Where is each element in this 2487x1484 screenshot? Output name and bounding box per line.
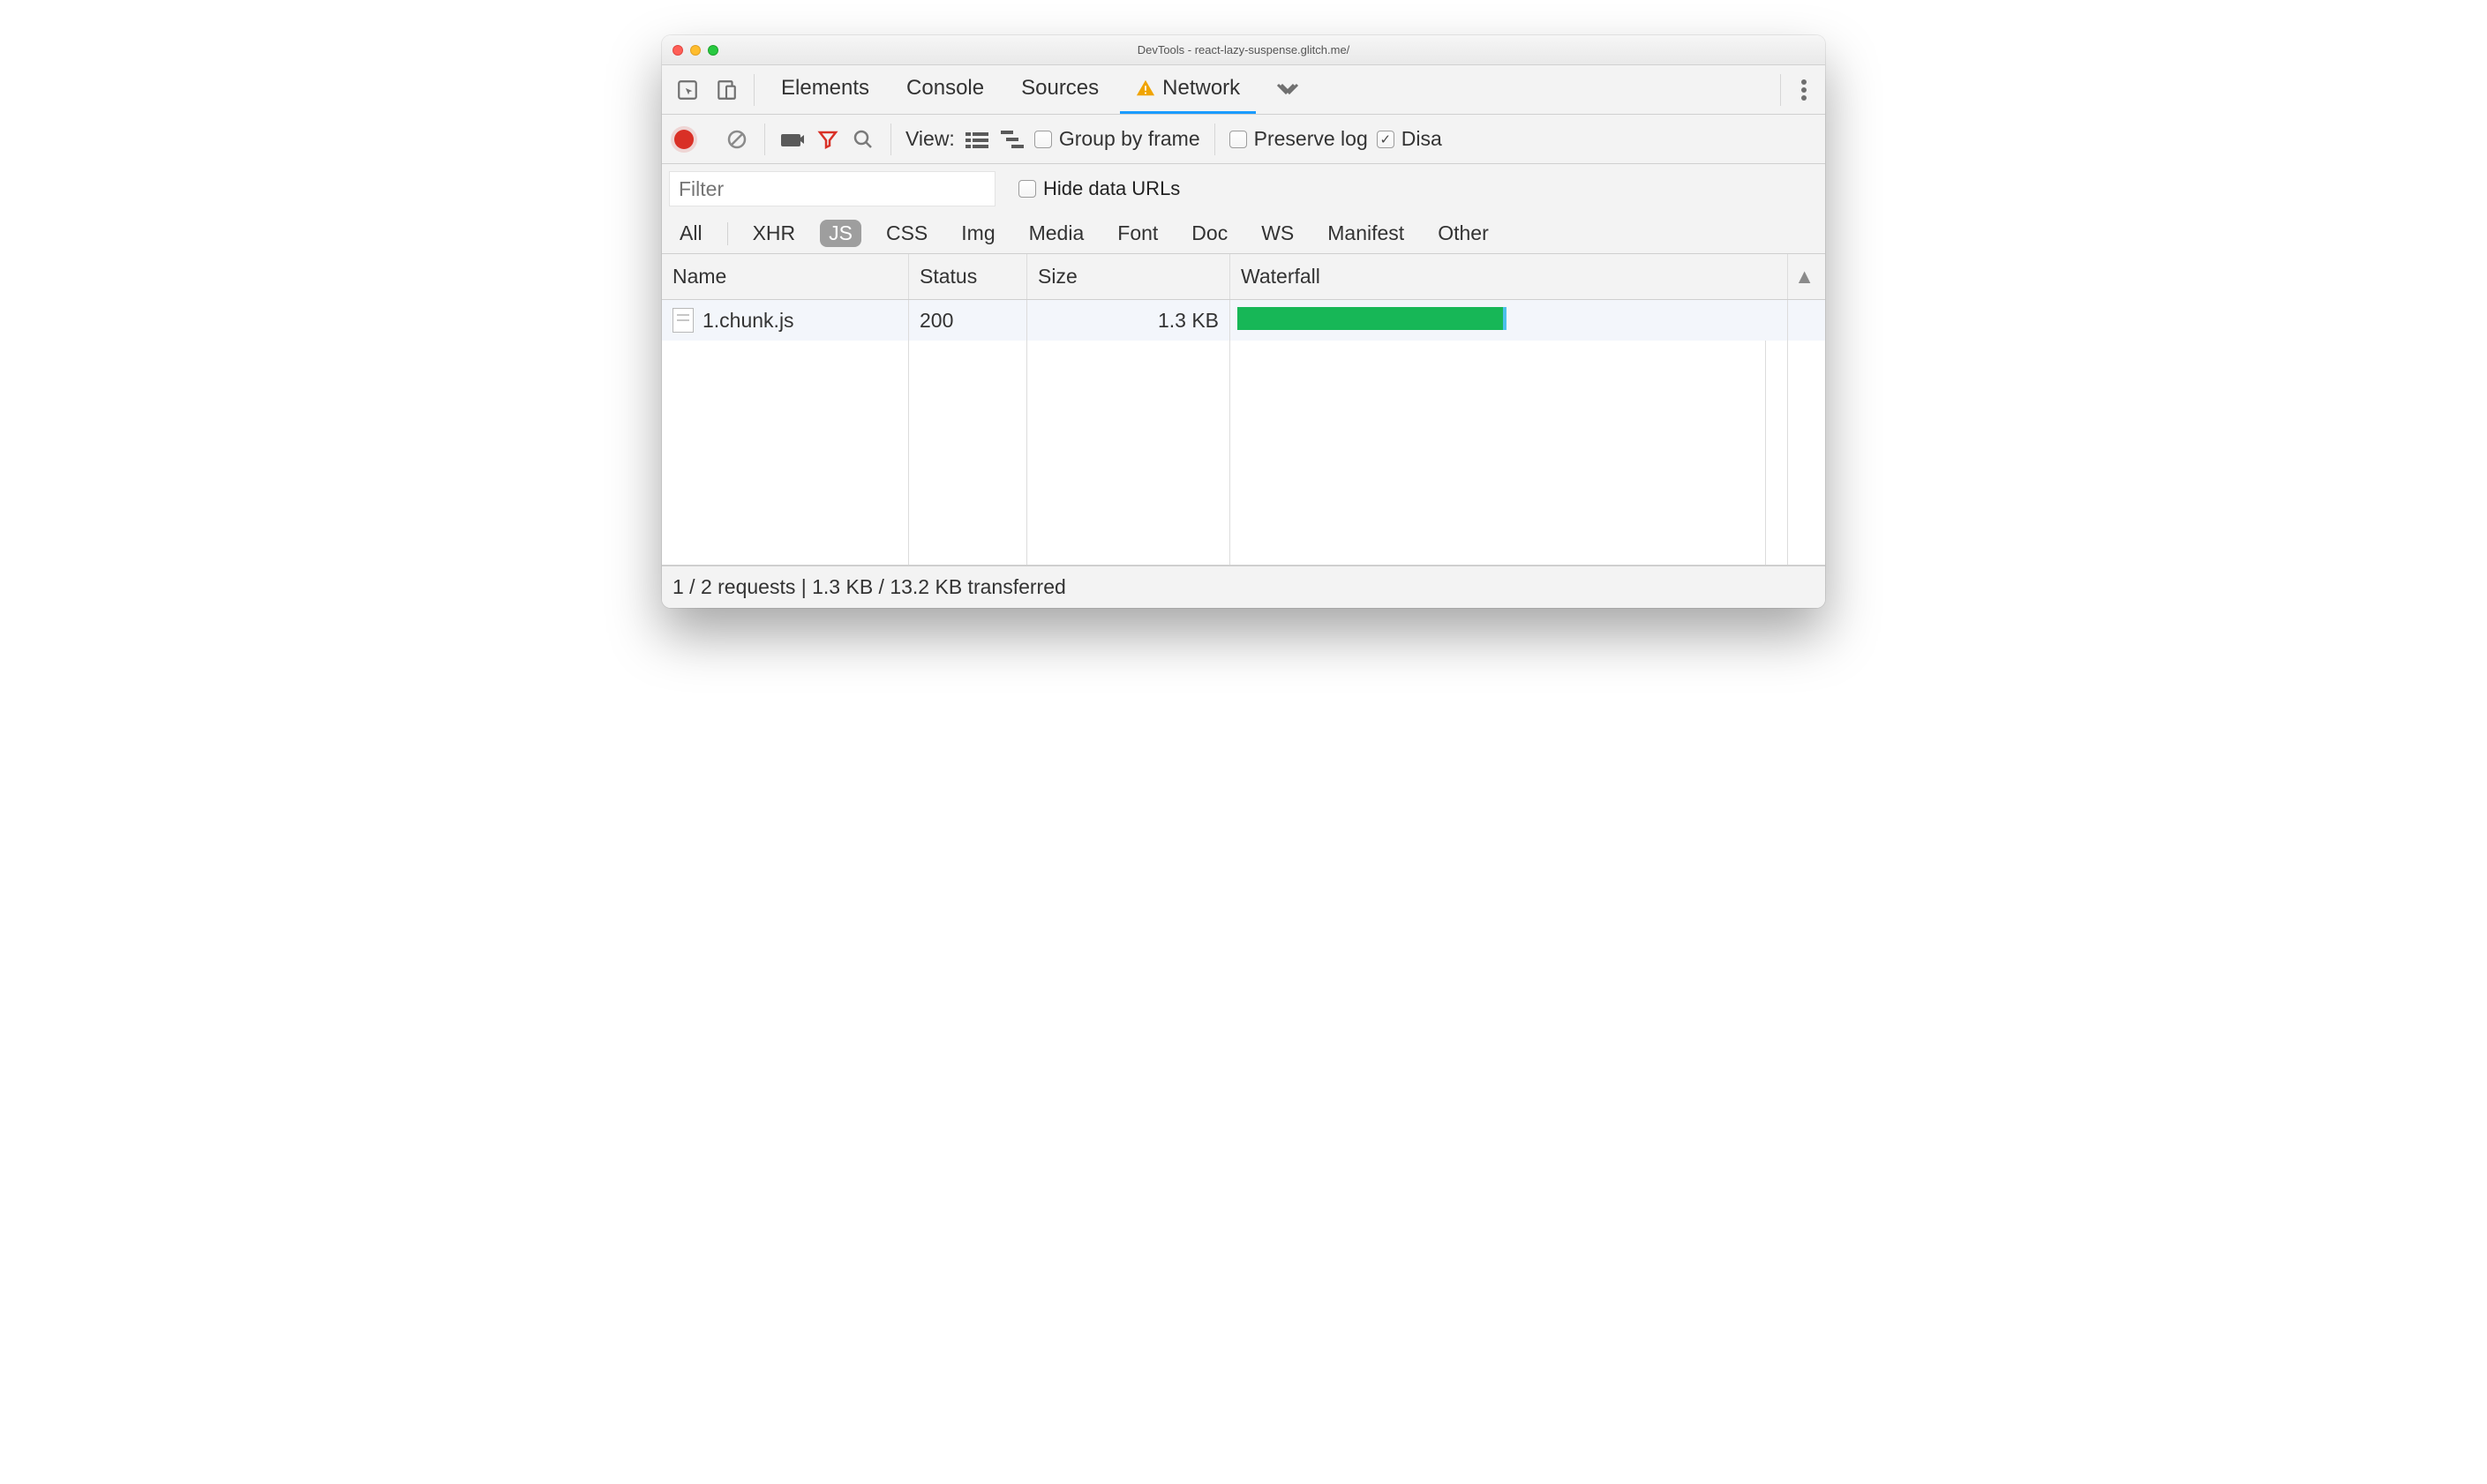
filter-bar: Hide data URLs — [662, 164, 1825, 214]
type-filter-other[interactable]: Other — [1429, 220, 1498, 247]
record-button[interactable] — [674, 130, 694, 149]
panel-tabs: Elements Console Sources Network — [662, 65, 1825, 115]
sort-indicator-icon[interactable]: ▲ — [1788, 254, 1825, 299]
disable-cache-label: Disa — [1401, 127, 1442, 151]
table-row[interactable]: 1.chunk.js 200 1.3 KB — [662, 300, 1825, 341]
hide-data-urls-label: Hide data URLs — [1043, 177, 1180, 200]
table-empty-space — [662, 341, 1825, 565]
separator — [1214, 124, 1215, 155]
network-table: Name Status Size Waterfall ▲ 1.chunk.js … — [662, 254, 1825, 566]
clear-icon[interactable] — [724, 129, 750, 150]
preserve-log-label: Preserve log — [1254, 127, 1368, 151]
separator — [1780, 74, 1781, 106]
group-by-frame-option[interactable]: Group by frame — [1034, 127, 1200, 151]
more-tabs-icon[interactable] — [1261, 73, 1314, 107]
filter-icon[interactable] — [815, 129, 841, 150]
window-title: DevTools - react-lazy-suspense.glitch.me… — [662, 43, 1825, 56]
inspect-element-icon[interactable] — [671, 73, 704, 107]
filter-input[interactable] — [669, 171, 996, 206]
type-filter-font[interactable]: Font — [1108, 220, 1167, 247]
warning-icon — [1136, 79, 1155, 98]
cell-waterfall — [1230, 300, 1788, 341]
checkbox[interactable] — [1034, 131, 1052, 148]
column-status[interactable]: Status — [909, 254, 1027, 299]
cell-blank — [1788, 300, 1825, 341]
cell-size: 1.3 KB — [1027, 300, 1230, 341]
column-size[interactable]: Size — [1027, 254, 1230, 299]
large-rows-icon[interactable] — [964, 131, 990, 148]
group-by-frame-label: Group by frame — [1059, 127, 1200, 151]
type-filter-img[interactable]: Img — [952, 220, 1003, 247]
type-filter-all[interactable]: All — [671, 220, 711, 247]
cell-status: 200 — [909, 300, 1027, 341]
type-filter-ws[interactable]: WS — [1252, 220, 1303, 247]
script-file-icon — [672, 308, 694, 333]
checkbox[interactable] — [1229, 131, 1247, 148]
capture-screenshots-icon[interactable] — [779, 131, 806, 148]
type-filter-manifest[interactable]: Manifest — [1319, 220, 1413, 247]
tab-label: Network — [1162, 76, 1240, 101]
cell-name: 1.chunk.js — [662, 300, 909, 341]
devtools-window: DevTools - react-lazy-suspense.glitch.me… — [662, 35, 1825, 608]
checkbox[interactable] — [1018, 180, 1036, 198]
preserve-log-option[interactable]: Preserve log — [1229, 127, 1368, 151]
settings-menu-icon[interactable] — [1792, 79, 1816, 101]
separator — [890, 124, 891, 155]
hide-data-urls-option[interactable]: Hide data URLs — [1018, 177, 1180, 200]
separator — [727, 222, 728, 245]
type-filter-media[interactable]: Media — [1020, 220, 1093, 247]
overview-icon[interactable] — [999, 131, 1026, 148]
view-label: View: — [905, 127, 955, 151]
checkbox[interactable]: ✓ — [1377, 131, 1394, 148]
type-filter-xhr[interactable]: XHR — [744, 220, 805, 247]
disable-cache-option[interactable]: ✓ Disa — [1377, 127, 1442, 151]
tab-elements[interactable]: Elements — [765, 65, 885, 114]
tab-console[interactable]: Console — [890, 65, 1000, 114]
status-text: 1 / 2 requests | 1.3 KB / 13.2 KB transf… — [672, 575, 1066, 599]
tab-network[interactable]: Network — [1120, 65, 1256, 114]
tab-label: Elements — [781, 76, 869, 101]
column-waterfall[interactable]: Waterfall — [1230, 254, 1788, 299]
device-toolbar-icon[interactable] — [710, 73, 743, 107]
type-filter-css[interactable]: CSS — [877, 220, 936, 247]
type-filter-js[interactable]: JS — [820, 220, 861, 247]
network-toolbar: View: Group by frame Preserve log ✓ Disa — [662, 115, 1825, 164]
waterfall-bar — [1237, 307, 1503, 330]
tab-label: Sources — [1021, 76, 1099, 101]
separator — [764, 124, 765, 155]
column-name[interactable]: Name — [662, 254, 909, 299]
titlebar: DevTools - react-lazy-suspense.glitch.me… — [662, 35, 1825, 65]
resource-type-filters: All XHR JS CSS Img Media Font Doc WS Man… — [662, 214, 1825, 254]
tab-label: Console — [906, 76, 984, 101]
status-bar: 1 / 2 requests | 1.3 KB / 13.2 KB transf… — [662, 566, 1825, 608]
search-icon[interactable] — [850, 129, 876, 150]
table-header: Name Status Size Waterfall ▲ — [662, 254, 1825, 300]
type-filter-doc[interactable]: Doc — [1183, 220, 1236, 247]
tab-sources[interactable]: Sources — [1005, 65, 1115, 114]
separator — [754, 74, 755, 106]
table-body: 1.chunk.js 200 1.3 KB — [662, 300, 1825, 565]
request-name: 1.chunk.js — [703, 309, 794, 333]
